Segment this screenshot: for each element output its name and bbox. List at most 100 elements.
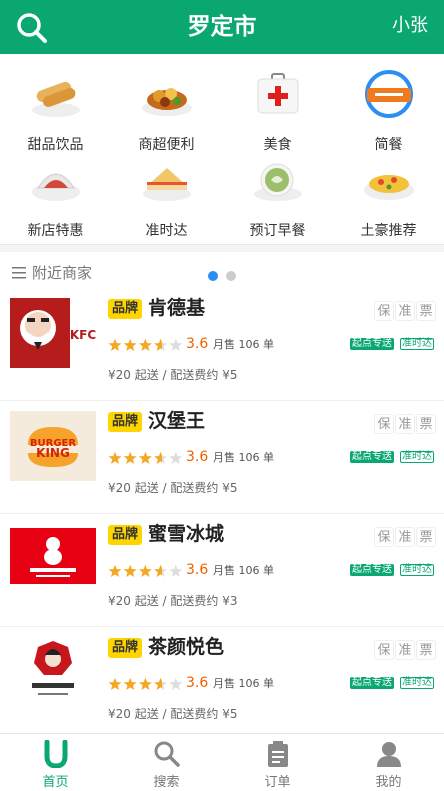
tag-ontime: 准 [395,527,415,547]
tag-invoice: 票 [416,301,436,321]
category-item[interactable]: 准时达 [111,140,222,239]
tab-label: 订单 [264,775,291,790]
supermarket-express-icon [361,66,417,122]
carousel-dot[interactable] [226,271,236,281]
bottom-tab-bar: 首页 搜索 订单 我的 [0,733,444,791]
ontime-badge: 准时达 [400,338,434,350]
merchant-card[interactable]: BURGER KING 品牌 汉堡王 保准票 3.6 月售 106 单 起点专送… [0,401,444,514]
carousel-dot-active[interactable] [208,271,218,281]
merchant-card[interactable]: 品牌 茶颜悦色 保准票 3.6 月售 106 单 起点专送 准时达 ¥20 起送… [0,627,444,740]
tag-ontime: 准 [395,640,415,660]
svg-text:KFC: KFC [70,328,96,342]
star-icon [108,451,122,464]
category-item[interactable]: 预订早餐 [222,140,333,239]
star-icon [108,564,122,577]
star-icon [154,677,168,690]
category-item[interactable]: 商超便利 [111,54,222,153]
category-label: 新店特惠 [27,223,84,239]
star-icon [123,564,137,577]
star-icon [169,451,183,464]
ontime-badge: 准时达 [400,677,434,689]
tag-invoice: 票 [416,640,436,660]
food-bowl-icon [139,66,195,122]
ontime-badge: 准时达 [400,564,434,576]
star-icon [108,677,122,690]
category-label: 准时达 [145,223,188,239]
nearby-title: 附近商家 [12,262,92,284]
merchant-card[interactable]: 品牌 蜜雪冰城 保准票 3.6 月售 106 单 起点专送 准时达 ¥20 起送… [0,514,444,627]
tag-invoice: 票 [416,414,436,434]
star-rating [108,563,184,577]
sandwich-icon [139,152,195,208]
delivery-info: ¥20 起送 / 配送费约 ¥5 [108,481,238,495]
category-item[interactable]: 甜品饮品 [0,54,111,153]
merchant-name: 蜜雪冰城 [148,523,225,545]
delivery-info: ¥20 起送 / 配送费约 ¥3 [108,594,238,608]
home-u-icon [42,739,70,769]
delivery-badge: 起点专送 [350,451,394,463]
monthly-sales: 月售 106 单 [213,564,274,577]
tag-guarantee: 保 [374,414,394,434]
city-title[interactable]: 罗定市 [0,0,444,54]
brand-badge: 品牌 [108,638,143,658]
clipboard-icon [264,740,292,768]
ontime-badge: 准时达 [400,451,434,463]
tab-home[interactable]: 首页 [0,734,111,791]
monthly-sales: 月售 106 单 [213,451,274,464]
seafood-plate-icon [28,152,84,208]
service-tags: 保准票 [373,639,436,660]
search-icon [153,740,181,768]
star-rating [108,676,184,690]
tag-guarantee: 保 [374,527,394,547]
spring-roll-icon [28,66,84,122]
rating-score: 3.6 [186,675,209,691]
category-item[interactable]: 新店特惠 [0,140,111,239]
star-icon [138,451,152,464]
star-icon [154,338,168,351]
star-icon [138,564,152,577]
rating-score: 3.6 [186,449,209,465]
tag-guarantee: 保 [374,301,394,321]
burger-king-logo: BURGER KING [10,411,96,481]
rating-score: 3.6 [186,336,209,352]
merchant-card[interactable]: KFC 品牌 肯德基 保准票 3.6 月售 106 单 起点专送 准时达 ¥20… [0,288,444,401]
star-icon [123,677,137,690]
chayan-logo [10,637,96,707]
tab-orders[interactable]: 订单 [222,734,333,791]
category-item[interactable]: 简餐 [333,54,444,153]
list-menu-icon [12,267,26,279]
user-name[interactable]: 小张 [392,0,428,54]
tab-label: 首页 [42,775,69,790]
monthly-sales: 月售 106 单 [213,338,274,351]
star-icon [169,564,183,577]
category-item[interactable]: 土豪推荐 [333,140,444,239]
first-aid-kit-icon [250,66,306,122]
latte-icon [250,152,306,208]
tab-label: 搜索 [153,775,180,790]
category-item[interactable]: 美食 [222,54,333,153]
brand-badge: 品牌 [108,299,143,319]
kfc-logo: KFC [10,298,96,368]
brand-badge: 品牌 [108,412,143,432]
star-icon [169,677,183,690]
star-rating [108,450,184,464]
service-tags: 保准票 [373,300,436,321]
tab-search[interactable]: 搜索 [111,734,222,791]
tag-ontime: 准 [395,414,415,434]
merchant-name: 肯德基 [148,297,206,319]
category-label: 土豪推荐 [360,223,417,239]
star-rating [108,337,184,351]
service-tags: 保准票 [373,526,436,547]
tag-invoice: 票 [416,527,436,547]
top-bar: 罗定市 小张 [0,0,444,54]
delivery-badge: 起点专送 [350,338,394,350]
delivery-badge: 起点专送 [350,677,394,689]
tag-guarantee: 保 [374,640,394,660]
tab-profile[interactable]: 我的 [333,734,444,791]
tab-label: 我的 [375,775,402,790]
star-icon [154,451,168,464]
svg-text:KING: KING [36,446,70,460]
star-icon [123,451,137,464]
section-divider [0,244,444,252]
delivery-badge: 起点专送 [350,564,394,576]
